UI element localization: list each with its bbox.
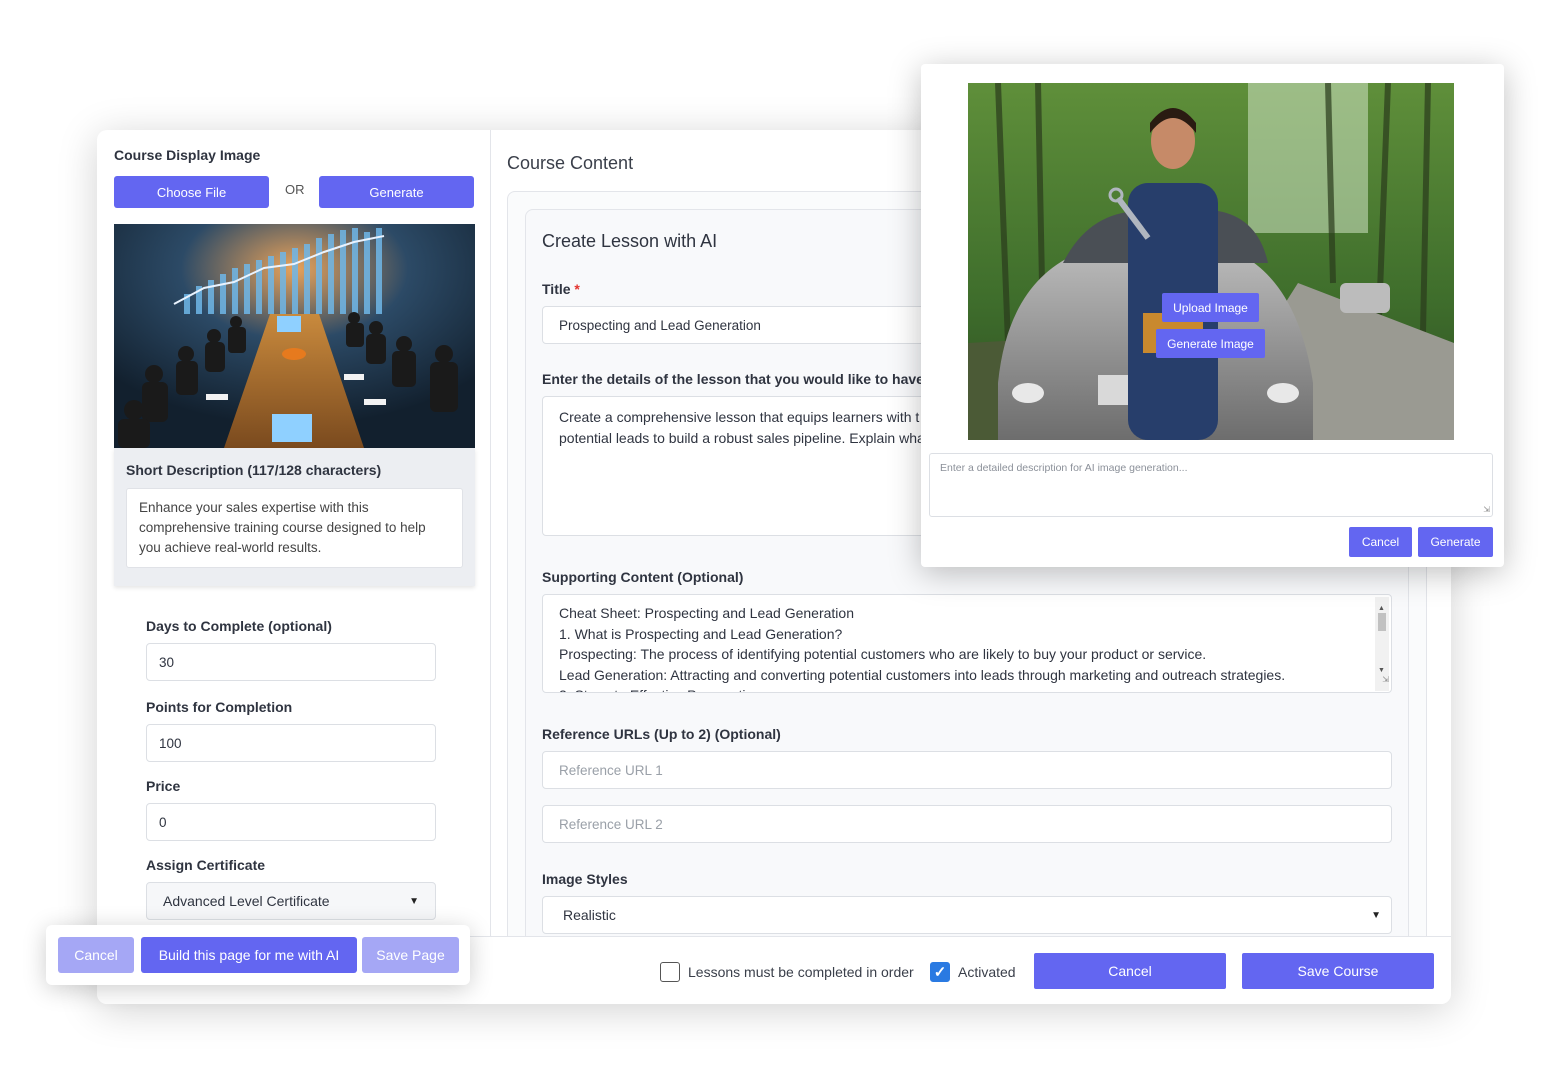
days-to-complete-label: Days to Complete (optional) bbox=[146, 618, 332, 634]
course-display-image-title: Course Display Image bbox=[114, 147, 261, 163]
price-input[interactable]: 0 bbox=[146, 803, 436, 841]
lesson-title-label-text: Title bbox=[542, 281, 571, 297]
choose-file-button[interactable]: Choose File bbox=[114, 176, 269, 208]
generate-image-button[interactable]: Generate bbox=[319, 176, 474, 208]
build-with-ai-button[interactable]: Build this page for me with AI bbox=[141, 937, 357, 973]
create-lesson-title: Create Lesson with AI bbox=[542, 231, 718, 251]
assign-certificate-label: Assign Certificate bbox=[146, 857, 266, 873]
lessons-order-checkbox[interactable] bbox=[660, 962, 680, 982]
course-display-image bbox=[114, 224, 475, 448]
cancel-course-button[interactable]: Cancel bbox=[1034, 953, 1226, 989]
supporting-line: 2. Steps to Effective Prospecting bbox=[559, 685, 1375, 692]
image-styles-label: Image Styles bbox=[542, 871, 628, 887]
short-description-panel: Short Description (117/128 characters) E… bbox=[114, 448, 475, 586]
chevron-down-icon: ▼ bbox=[409, 895, 419, 907]
scroll-thumb[interactable] bbox=[1378, 613, 1386, 631]
certificate-select[interactable]: Advanced Level Certificate ▼ bbox=[146, 882, 436, 920]
supporting-content-label: Supporting Content (Optional) bbox=[542, 569, 744, 585]
reference-url-2-input[interactable]: Reference URL 2 bbox=[542, 805, 1392, 843]
or-label: OR bbox=[285, 182, 305, 197]
course-content-title: Course Content bbox=[507, 153, 634, 173]
image-prompt-placeholder: Enter a detailed description for AI imag… bbox=[940, 462, 1188, 474]
save-page-button[interactable]: Save Page bbox=[362, 937, 459, 973]
certificate-select-value: Advanced Level Certificate bbox=[163, 893, 330, 909]
upload-image-button[interactable]: Upload Image bbox=[1162, 293, 1259, 322]
image-styles-value: Realistic bbox=[563, 907, 616, 923]
supporting-content-textarea[interactable]: Cheat Sheet: Prospecting and Lead Genera… bbox=[542, 594, 1392, 693]
save-course-button[interactable]: Save Course bbox=[1242, 953, 1434, 989]
modal-cancel-button[interactable]: Cancel bbox=[1349, 527, 1412, 557]
supporting-line: Cheat Sheet: Prospecting and Lead Genera… bbox=[559, 605, 854, 621]
chevron-down-icon: ▼ bbox=[1371, 909, 1381, 921]
course-settings-column: Course Display Image Choose File OR Gene… bbox=[97, 130, 491, 936]
cancel-page-button[interactable]: Cancel bbox=[58, 937, 134, 973]
activated-label: Activated bbox=[958, 964, 1016, 980]
activated-checkbox[interactable]: ✓ bbox=[930, 962, 950, 982]
lesson-details-label: Enter the details of the lesson that you… bbox=[542, 371, 924, 387]
page-builder-bar: Cancel Build this page for me with AI Sa… bbox=[46, 925, 470, 985]
reference-urls-label: Reference URLs (Up to 2) (Optional) bbox=[542, 726, 781, 742]
reference-url-1-input[interactable]: Reference URL 1 bbox=[542, 751, 1392, 789]
short-description-textarea[interactable]: Enhance your sales expertise with this c… bbox=[126, 488, 463, 568]
supporting-line: Prospecting: The process of identifying … bbox=[559, 646, 1207, 662]
days-to-complete-input[interactable]: 30 bbox=[146, 643, 436, 681]
short-description-label: Short Description (117/128 characters) bbox=[126, 462, 382, 478]
points-for-completion-input[interactable]: 100 bbox=[146, 724, 436, 762]
modal-generate-button[interactable]: Generate bbox=[1418, 527, 1493, 557]
supporting-line: 1. What is Prospecting and Lead Generati… bbox=[559, 625, 843, 642]
generate-image-overlay-button[interactable]: Generate Image bbox=[1156, 329, 1265, 358]
required-mark: * bbox=[574, 281, 580, 297]
resize-grip-icon[interactable]: ⇲ bbox=[1483, 505, 1490, 514]
resize-grip-icon[interactable]: ⇲ bbox=[1382, 670, 1389, 691]
image-styles-select[interactable]: Realistic ▼ bbox=[542, 896, 1392, 934]
price-label: Price bbox=[146, 778, 181, 794]
generated-image-preview bbox=[968, 83, 1454, 440]
image-prompt-textarea[interactable]: Enter a detailed description for AI imag… bbox=[929, 453, 1493, 517]
lesson-title-label: Title * bbox=[542, 281, 580, 297]
points-for-completion-label: Points for Completion bbox=[146, 699, 293, 715]
lessons-order-label: Lessons must be completed in order bbox=[688, 964, 914, 980]
image-generation-modal: Upload Image Generate Image Enter a deta… bbox=[921, 64, 1504, 567]
supporting-line: Lead Generation: Attracting and converti… bbox=[559, 666, 1286, 683]
check-icon: ✓ bbox=[933, 964, 947, 981]
